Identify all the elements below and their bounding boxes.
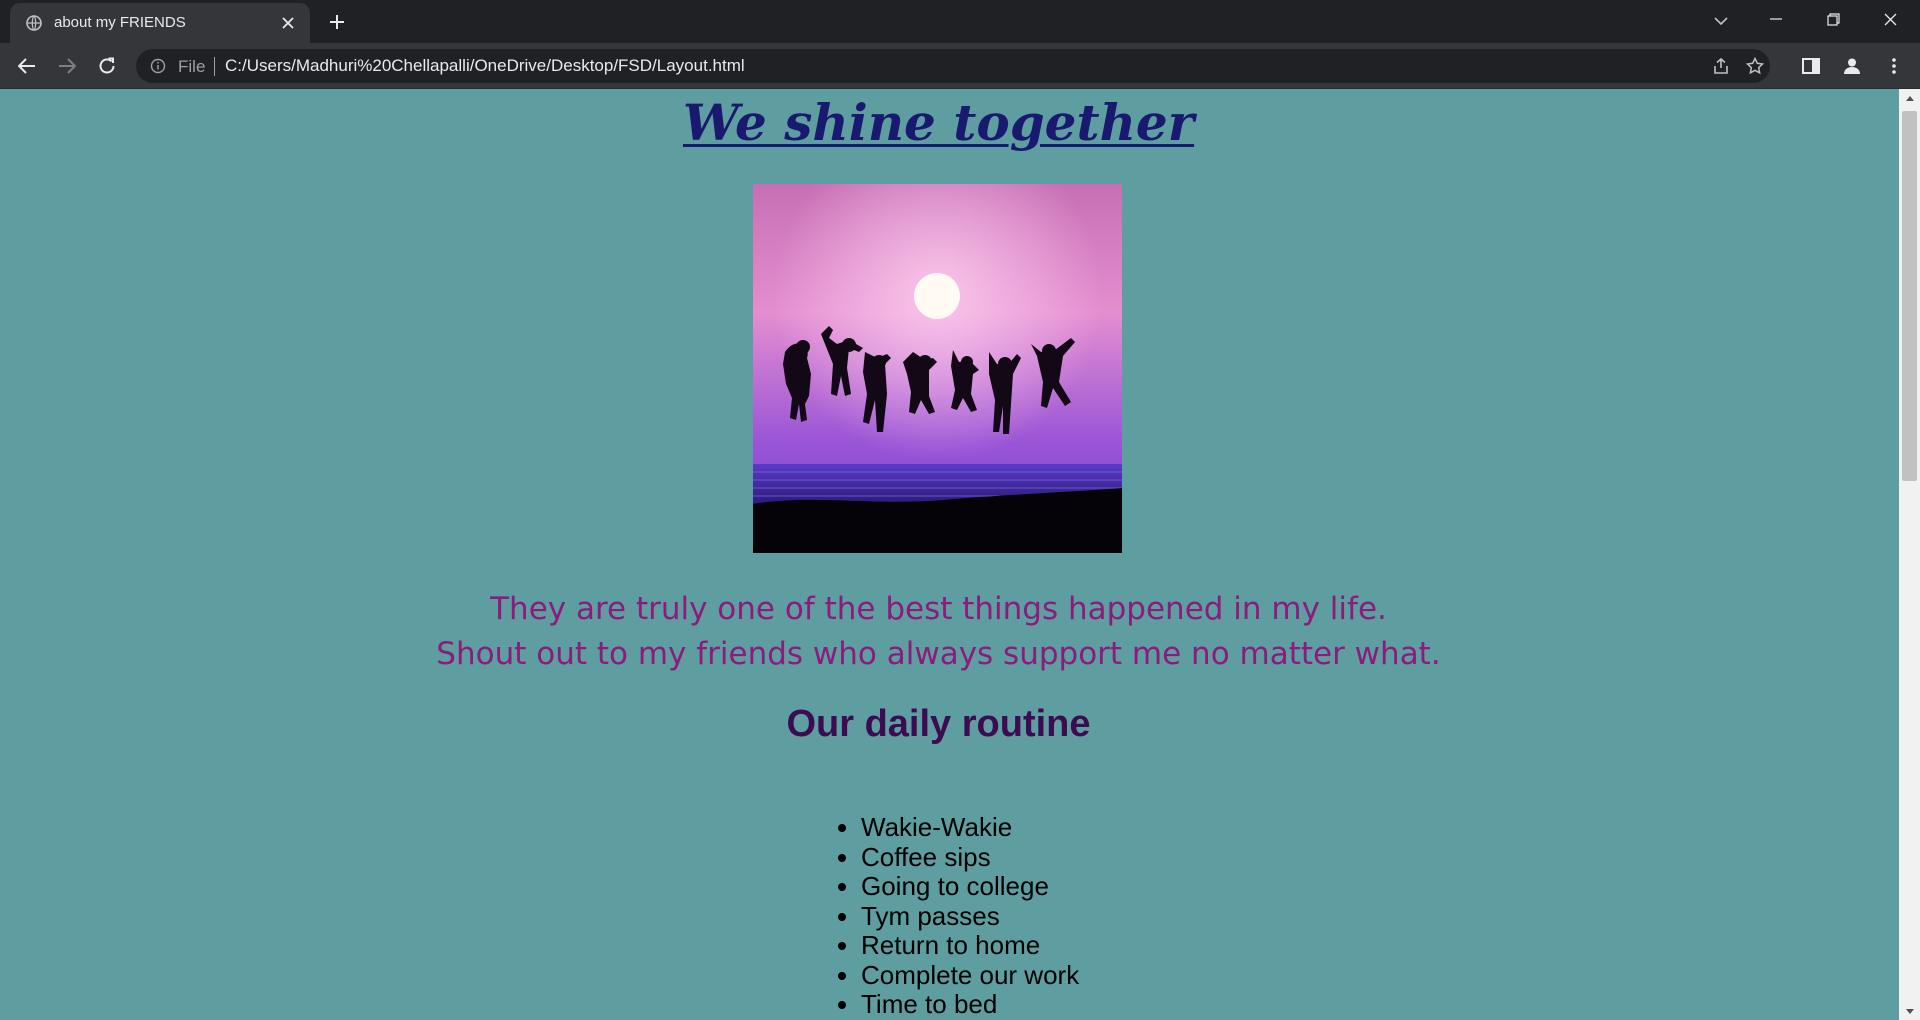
menu-kebab-icon[interactable]: [1878, 50, 1910, 82]
routine-heading: Our daily routine: [786, 703, 1091, 745]
vertical-scrollbar[interactable]: [1899, 89, 1920, 1020]
side-panel-icon[interactable]: [1795, 50, 1827, 82]
url-separator: [214, 57, 215, 76]
info-icon[interactable]: [150, 58, 166, 74]
globe-icon: [26, 15, 42, 31]
scrollbar-thumb[interactable]: [1902, 111, 1917, 481]
browser-toolbar: File C:/Users/Madhuri%20Chellapalli/OneD…: [0, 43, 1920, 89]
tab-title: about my FRIENDS: [54, 14, 186, 31]
restore-icon[interactable]: [1805, 0, 1861, 38]
list-item: Return to home: [861, 930, 1079, 961]
page-heading: We shine together: [682, 93, 1195, 152]
list-item: Complete our work: [861, 960, 1079, 991]
profile-avatar-icon[interactable]: [1836, 50, 1868, 82]
page-viewport: We shine together They are truly one of …: [0, 89, 1899, 1020]
list-item: Coffee sips: [861, 842, 1079, 873]
friends-silhouette-sunset-image: [753, 184, 1122, 553]
url-scheme-label: File: [178, 57, 206, 76]
list-item: Time to bed: [861, 989, 1079, 1020]
window-close-icon[interactable]: [1862, 0, 1918, 38]
list-item: Tym passes: [861, 901, 1079, 932]
list-item: Going to college: [861, 871, 1079, 902]
share-icon[interactable]: [1708, 53, 1734, 79]
quote-block: They are truly one of the best things ha…: [0, 587, 1877, 677]
tab-active[interactable]: about my FRIENDS: [10, 3, 310, 43]
forward-arrow-icon[interactable]: [51, 50, 83, 82]
back-arrow-icon[interactable]: [11, 50, 43, 82]
tab-search-chevron-icon[interactable]: [1706, 6, 1736, 36]
address-bar[interactable]: File C:/Users/Madhuri%20Chellapalli/OneD…: [136, 49, 1770, 83]
reload-icon[interactable]: [91, 50, 123, 82]
quote-line-2: Shout out to my friends who always suppo…: [436, 636, 1441, 672]
tab-strip: about my FRIENDS: [0, 0, 1920, 43]
url-text[interactable]: C:/Users/Madhuri%20Chellapalli/OneDrive/…: [225, 56, 745, 76]
list-item: Wakie-Wakie: [861, 812, 1079, 843]
routine-list: Wakie-Wakie Coffee sips Going to college…: [861, 812, 1079, 1020]
tab-close-icon[interactable]: [276, 11, 300, 35]
scroll-up-arrow-icon[interactable]: [1899, 89, 1920, 107]
heading-container: We shine together: [0, 89, 1877, 153]
minimize-icon[interactable]: [1748, 0, 1804, 38]
new-tab-icon[interactable]: [322, 7, 352, 37]
quote-line-1: They are truly one of the best things ha…: [490, 591, 1387, 627]
scroll-down-arrow-icon[interactable]: [1899, 1002, 1920, 1020]
bookmark-star-icon[interactable]: [1742, 53, 1768, 79]
